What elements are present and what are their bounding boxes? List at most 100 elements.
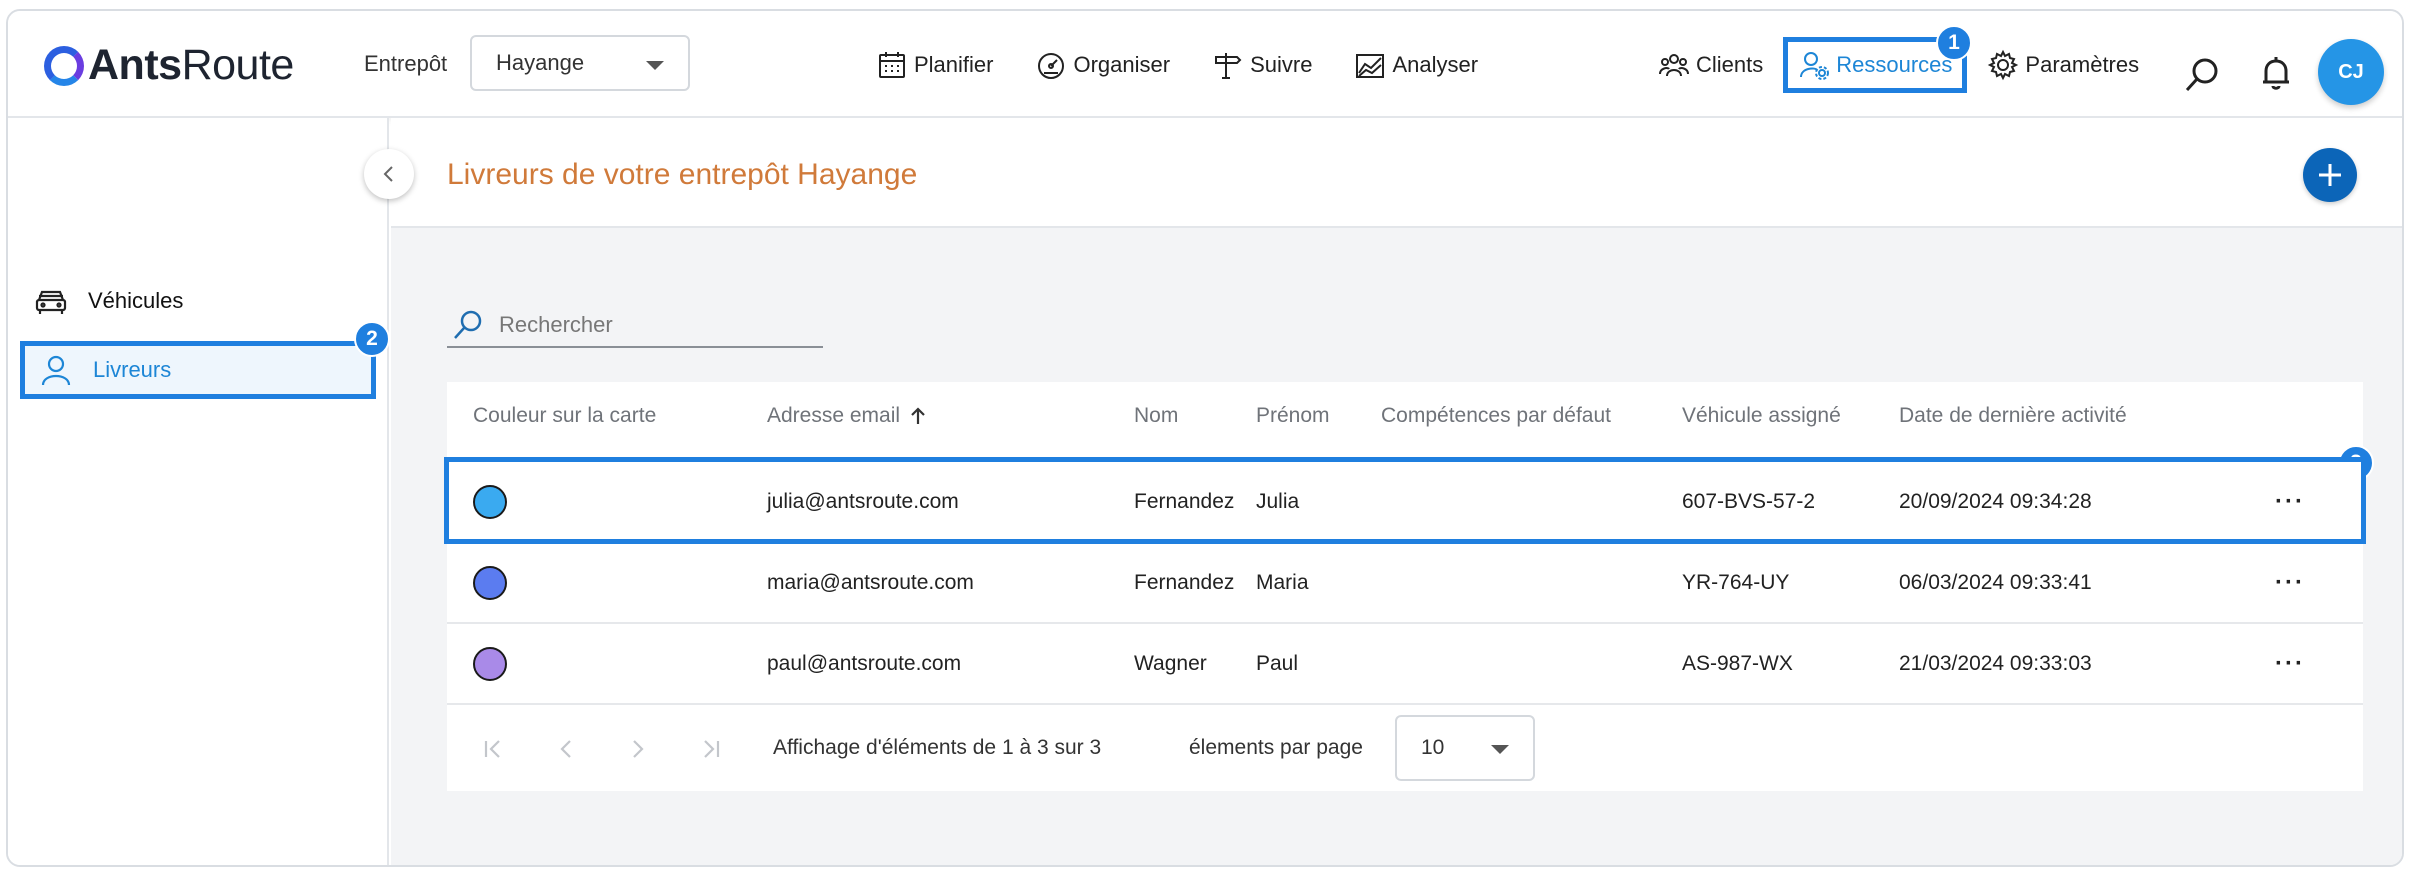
sort-ascending-icon [911,407,925,424]
page-title: Livreurs de votre entrepôt Hayange [447,158,918,191]
gear-icon [1988,49,2019,80]
notifications-button[interactable] [2256,53,2296,93]
nav-ressources-label: Ressources [1836,51,1953,77]
color-cell [473,462,507,541]
nav-parametres[interactable]: Paramètres [1981,35,2145,95]
warehouse-select[interactable]: Hayange [470,35,690,91]
nom-cell: Fernandez [1134,570,1235,594]
pagination-info: Affichage d'éléments de 1 à 3 sur 3 [773,736,1102,759]
app-window: AntsRoute Entrepôt Hayange Planifier Org… [6,9,2404,867]
bell-icon [2263,57,2289,90]
warehouse-label: Entrepôt [364,51,448,76]
email-cell: julia@antsroute.com [767,489,959,513]
nav-organiser[interactable]: Organiser [1029,35,1176,95]
nav-suivre-label: Suivre [1250,51,1313,77]
nav-organiser-label: Organiser [1073,51,1171,77]
col-date[interactable]: Date de dernière activité [1899,382,2127,450]
col-vehicule[interactable]: Véhicule assigné [1682,382,1841,450]
nom-cell: Wagner [1134,651,1207,675]
color-cell [473,543,507,622]
date-cell: 20/09/2024 09:34:28 [1899,489,2092,513]
nav-planifier[interactable]: Planifier [870,35,999,95]
user-gear-icon [1800,51,1830,80]
chart-icon [1356,53,1385,78]
search-field [447,304,823,348]
nav-parametres-label: Paramètres [2025,51,2140,77]
logo[interactable]: AntsRoute [44,41,294,90]
table-header: Couleur sur la carte Adresse email Nom P… [447,382,2363,450]
sidebar-item-livreurs-label: Livreurs [93,357,172,382]
table-row[interactable]: julia@antsroute.com Fernandez Julia 607-… [444,457,2366,544]
search-button[interactable] [2182,55,2222,95]
nav-clients[interactable]: Clients [1652,35,1769,95]
step-badge-2: 2 [354,321,390,357]
livreurs-table: Couleur sur la carte Adresse email Nom P… [444,382,2366,791]
map-color-dot [473,565,507,600]
sidebar: Véhicules Livreurs [8,118,389,865]
next-page-button[interactable] [621,732,655,766]
car-icon [35,290,67,314]
main-content: Couleur sur la carte Adresse email Nom P… [391,228,2402,865]
last-page-icon [704,740,720,758]
main-header: Livreurs de votre entrepôt Hayange [391,118,2402,228]
collapse-sidebar-button[interactable] [364,149,414,199]
prenom-cell: Maria [1256,570,1309,594]
first-page-icon [484,740,500,758]
first-page-button[interactable] [477,732,511,766]
search-icon [454,310,482,339]
top-bar: AntsRoute Entrepôt Hayange Planifier Org… [8,11,2402,118]
color-cell [473,624,507,703]
row-more-icon[interactable]: ··· [2275,462,2305,541]
logo-text: AntsRoute [88,41,294,89]
col-prenom[interactable]: Prénom [1256,382,1330,450]
col-email[interactable]: Adresse email [767,382,928,450]
nav-analyser[interactable]: Analyser [1348,35,1484,95]
plus-icon [2319,164,2341,186]
nav-planifier-label: Planifier [914,51,994,77]
map-color-dot [473,646,507,681]
row-more-icon[interactable]: ··· [2275,624,2305,703]
pagination: Affichage d'éléments de 1 à 3 sur 3 élem… [447,703,2363,791]
warehouse-select-value: Hayange [496,50,585,75]
nav-suivre[interactable]: Suivre [1206,35,1318,95]
date-cell: 21/03/2024 09:33:03 [1899,651,2092,675]
prenom-cell: Paul [1256,651,1299,675]
main-nav: Planifier Organiser Suivre Analyser [870,11,1484,118]
prev-page-button[interactable] [549,732,583,766]
caret-down-icon [1491,745,1509,754]
user-avatar[interactable]: CJ [2318,39,2384,105]
add-livreur-button[interactable] [2303,148,2357,202]
table-row[interactable]: paul@antsroute.com Wagner Paul AS-987-WX… [447,622,2363,703]
nav-clients-label: Clients [1696,51,1764,77]
col-couleur[interactable]: Couleur sur la carte [473,382,656,450]
chevron-left-icon [383,166,393,182]
prenom-cell: Julia [1256,489,1300,513]
gauge-icon [1038,52,1065,79]
row-more-icon[interactable]: ··· [2275,543,2305,622]
col-competences[interactable]: Compétences par défaut [1381,382,1611,450]
chevron-left-icon [560,740,571,758]
email-cell: maria@antsroute.com [767,570,974,594]
chevron-right-icon [633,740,644,758]
col-nom[interactable]: Nom [1134,382,1178,450]
col-email-label: Adresse email [767,404,901,427]
search-input[interactable] [499,312,799,338]
caret-down-icon [646,61,664,70]
per-page-select[interactable]: 10 [1395,715,1535,781]
step-badge-1: 1 [1936,25,1972,61]
table-row[interactable]: maria@antsroute.com Fernandez Maria YR-7… [447,541,2363,622]
search-icon [2185,58,2218,92]
secondary-nav: Clients Ressources Paramètres [1652,11,2145,118]
last-page-button[interactable] [693,732,727,766]
per-page-value: 10 [1421,736,1445,759]
map-color-dot [473,484,507,519]
email-cell: paul@antsroute.com [767,651,962,675]
sidebar-item-vehicules-label: Véhicules [88,288,184,313]
nom-cell: Fernandez [1134,489,1235,513]
sidebar-item-vehicules[interactable]: Véhicules [34,284,183,318]
calendar-icon [879,51,905,78]
logo-mark-icon [44,45,84,86]
date-cell: 06/03/2024 09:33:41 [1899,570,2092,594]
sidebar-item-livreurs[interactable]: Livreurs [20,341,376,399]
signpost-icon [1215,52,1242,79]
